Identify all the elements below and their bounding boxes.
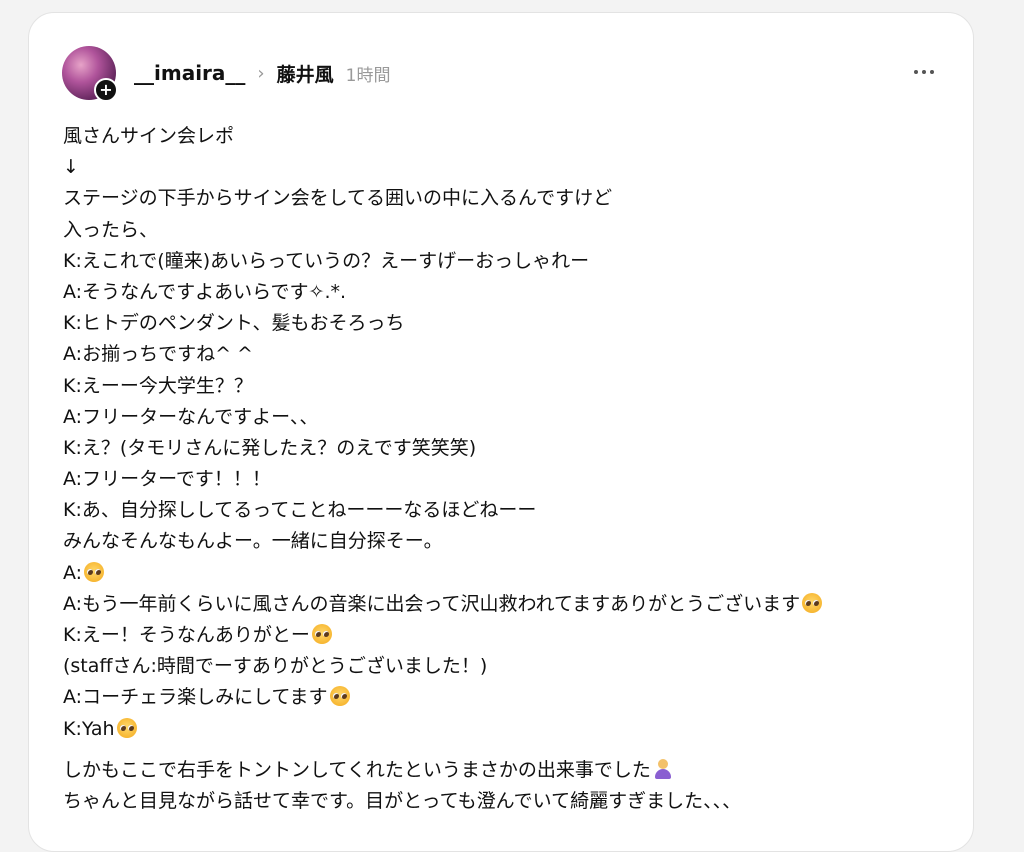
pleading-face-emoji xyxy=(116,717,137,738)
post-line: しかもここで右手をトントンしてくれたというまさかの出来事でした xyxy=(63,755,943,786)
post-line: K:ヒトデのペンダント、髪もおそろっち xyxy=(63,312,405,335)
post-line: K:えこれで(瞳来)あいらっていうの？えーすげーおっしゃれー xyxy=(63,249,590,272)
follow-button[interactable]: + xyxy=(94,78,118,102)
post-line: A:フリーターです！！！ xyxy=(63,468,271,491)
post-line: K:あ、自分探ししてるってことねーーーなるほどねーー xyxy=(63,499,537,522)
post-line: (staffさん:時間でーすありがとうございました！) xyxy=(63,655,488,678)
post-line: K:えー！そうなんありがとー xyxy=(63,620,943,651)
post-body: 風さんサイン会レポ ↓ ステージの下手からサイン会をしてる囲いの中に入るんですけ… xyxy=(63,121,943,817)
post-line: A:もう一年前くらいに風さんの音楽に出会って沢山救われてますありがとうございます xyxy=(63,589,943,620)
dot xyxy=(930,70,934,74)
post-line: みんなそんなもんよー。一緒に自分探そー。 xyxy=(63,530,443,553)
more-options-button[interactable] xyxy=(913,60,935,84)
username-link[interactable]: __imaira__ xyxy=(134,61,245,85)
dot xyxy=(914,70,918,74)
post-line: A:コーチェラ楽しみにしてます xyxy=(63,682,943,713)
post-line: 風さんサイン会レポ xyxy=(63,125,235,147)
pleading-face-emoji xyxy=(329,686,350,707)
post-line: A: xyxy=(63,558,943,589)
post-header: __imaira__ › 藤井風 1時間 xyxy=(134,58,390,88)
pleading-face-emoji xyxy=(311,624,332,644)
post-line: A:お揃っちですね^ ^ xyxy=(63,343,253,366)
post-line: 入ったら、 xyxy=(63,218,159,241)
person-tipping-hand-emoji xyxy=(654,758,671,779)
post-line: A:そうなんですよあいらです✧.*. xyxy=(63,280,347,303)
post-line: ↓ xyxy=(63,156,79,179)
dot xyxy=(922,70,926,74)
post-line: K:えーー今大学生？？ xyxy=(63,374,253,397)
post-time: 1時間 xyxy=(345,65,391,86)
post-line: ステージの下手からサイン会をしてる囲いの中に入るんですけど xyxy=(63,187,613,210)
chevron-right-icon: › xyxy=(257,62,265,84)
post-line: K:え？(タモリさんに発したえ？のえです笑笑笑) xyxy=(63,436,477,459)
community-link[interactable]: 藤井風 xyxy=(277,60,334,87)
pleading-face-emoji xyxy=(84,561,105,582)
post-line: A:フリーターなんですよー、、 xyxy=(63,405,319,428)
pleading-face-emoji xyxy=(802,592,823,613)
plus-icon: + xyxy=(99,80,113,99)
post-line: ちゃんと目見ながら話せて幸です。目がとっても澄んでいて綺麗すぎました、、、 xyxy=(63,789,742,812)
post-line: K:Yah xyxy=(63,714,943,745)
